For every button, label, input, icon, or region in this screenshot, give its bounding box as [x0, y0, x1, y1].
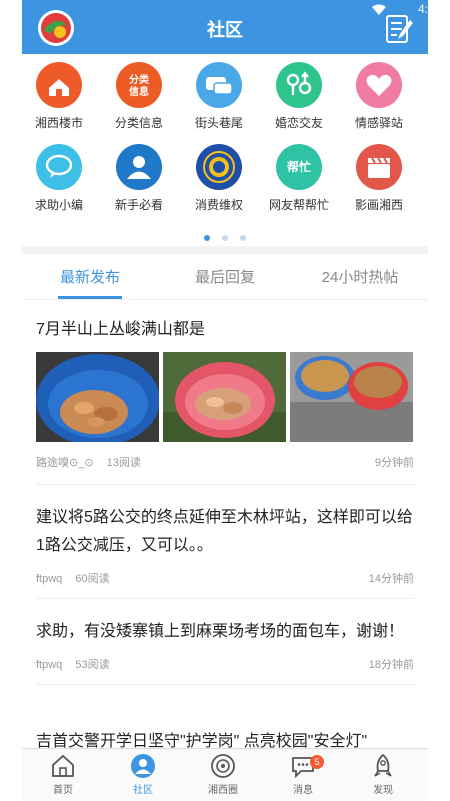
post-title: 7月半山上丛峻满山都是	[36, 321, 205, 338]
user-icon	[116, 144, 162, 190]
heart-icon	[356, 62, 402, 108]
circle-icon	[211, 754, 235, 778]
tab-underline	[58, 296, 122, 299]
post-images	[36, 352, 414, 442]
bottom-nav: 首页 社区 湘西圈 5 消息 发现	[22, 748, 428, 801]
category-item[interactable]: 消费维权	[184, 144, 254, 224]
house-icon	[36, 62, 82, 108]
nav-label: 湘西圈	[208, 785, 238, 796]
tab-last-reply[interactable]: 最后回复	[165, 266, 285, 287]
post-meta: ftpwq 53阅读 18分钟前	[36, 656, 414, 672]
nav-xiangxi-circle[interactable]: 湘西圈	[188, 753, 258, 796]
nav-label: 发现	[373, 785, 393, 796]
category-item[interactable]: 影画湘西	[344, 144, 414, 224]
chat-bubbles-icon	[196, 62, 242, 108]
page-dot[interactable]	[222, 235, 228, 241]
nav-discover[interactable]: 发现	[348, 753, 418, 796]
post-title: 求助，有没矮寨镇上到麻栗场考场的面包车，谢谢！	[36, 623, 405, 640]
category-label: 分类信息	[114, 116, 163, 130]
category-label: 消费维权	[194, 198, 243, 212]
classified-icon: 分类 信息	[116, 62, 162, 108]
help-icon: 帮忙	[276, 144, 322, 190]
page-dot[interactable]	[240, 235, 246, 241]
category-item[interactable]: 湘西楼市	[24, 62, 94, 142]
category-label: 街头巷尾	[194, 116, 243, 130]
category-label: 婚恋交友	[274, 116, 323, 130]
nav-label: 社区	[133, 785, 153, 796]
gender-icon	[276, 62, 322, 108]
category-label: 影画湘西	[354, 198, 403, 212]
tab-24h-hot[interactable]: 24小时热帖	[300, 266, 420, 287]
list-item[interactable]: 建议将5路公交的终点延伸至木林坪站，这样即可以给1路公交减压，又可以。。 ftp…	[36, 504, 414, 599]
nav-label: 首页	[53, 785, 73, 796]
compose-icon[interactable]	[384, 10, 414, 44]
post-tabs: 最新发布 最后回复 24小时热帖	[22, 256, 428, 300]
category-item[interactable]: 求助小编	[24, 144, 94, 224]
category-item[interactable]: 街头巷尾	[184, 62, 254, 142]
category-item[interactable]: 新手必看	[104, 144, 174, 224]
section-divider	[22, 246, 428, 254]
post-views: 53阅读	[75, 659, 110, 671]
list-item[interactable]: 求助，有没矮寨镇上到麻栗场考场的面包车，谢谢！ ftpwq 53阅读 18分钟前	[36, 618, 414, 685]
svg-text:帮忙: 帮忙	[287, 159, 311, 174]
home-icon	[52, 754, 74, 777]
post-views: 60阅读	[75, 573, 110, 585]
post-author[interactable]: 路途嗅⊙_⊙	[36, 457, 94, 469]
category-label: 新手必看	[114, 198, 163, 212]
category-item[interactable]: 帮忙 网友帮帮忙	[264, 144, 334, 224]
post-time: 18分钟前	[368, 659, 414, 671]
community-icon	[131, 754, 155, 778]
badge-icon	[196, 144, 242, 190]
post-image-mushrooms-red-basin[interactable]	[163, 352, 286, 442]
category-label: 网友帮帮忙	[268, 198, 329, 212]
post-image-mushrooms-blue-basin[interactable]	[36, 352, 159, 442]
tab-latest[interactable]: 最新发布	[30, 266, 150, 287]
post-time: 9分钟前	[374, 457, 414, 469]
status-time: 4:	[417, 2, 428, 16]
community-page: 社区 4: 湘西楼市 分类 信息 分类信息 街头巷尾 婚恋交友 情感驿站 求助小编 新手必看 消费…	[22, 0, 428, 801]
category-label: 求助小编	[34, 198, 83, 212]
nav-community[interactable]: 社区	[108, 753, 178, 796]
post-author[interactable]: ftpwq	[36, 659, 62, 671]
speech-bubble-icon	[36, 144, 82, 190]
category-item[interactable]: 婚恋交友	[264, 62, 334, 142]
post-author[interactable]: ftpwq	[36, 573, 62, 585]
page-dot-active[interactable]	[204, 235, 210, 241]
post-views: 13阅读	[106, 457, 141, 469]
unread-badge: 5	[310, 755, 324, 769]
list-item[interactable]: 7月半山上丛峻满山都是 路途嗅⊙_⊙ 13阅读 9分钟前	[36, 316, 414, 485]
post-time: 14分钟前	[368, 573, 414, 585]
app-header: 社区 4:	[22, 0, 428, 54]
svg-text:信息: 信息	[129, 85, 149, 98]
category-label: 情感驿站	[354, 116, 403, 130]
clapperboard-icon	[356, 144, 402, 190]
post-title: 建议将5路公交的终点延伸至木林坪站，这样即可以给1路公交减压，又可以。。	[36, 509, 413, 554]
page-title: 社区	[207, 20, 243, 40]
post-meta: ftpwq 60阅读 14分钟前	[36, 570, 414, 586]
nav-label: 消息	[293, 785, 313, 796]
post-image-mushrooms-buckets[interactable]	[290, 352, 413, 442]
post-meta: 路途嗅⊙_⊙ 13阅读 9分钟前	[36, 454, 414, 470]
nav-messages[interactable]: 5 消息	[268, 753, 338, 796]
category-label: 湘西楼市	[34, 116, 83, 130]
discover-icon	[374, 753, 392, 777]
category-item[interactable]: 情感驿站	[344, 62, 414, 142]
page-indicator	[22, 228, 428, 246]
svg-text:分类: 分类	[129, 73, 149, 86]
category-item[interactable]: 分类 信息 分类信息	[104, 62, 174, 142]
nav-home[interactable]: 首页	[28, 753, 98, 796]
